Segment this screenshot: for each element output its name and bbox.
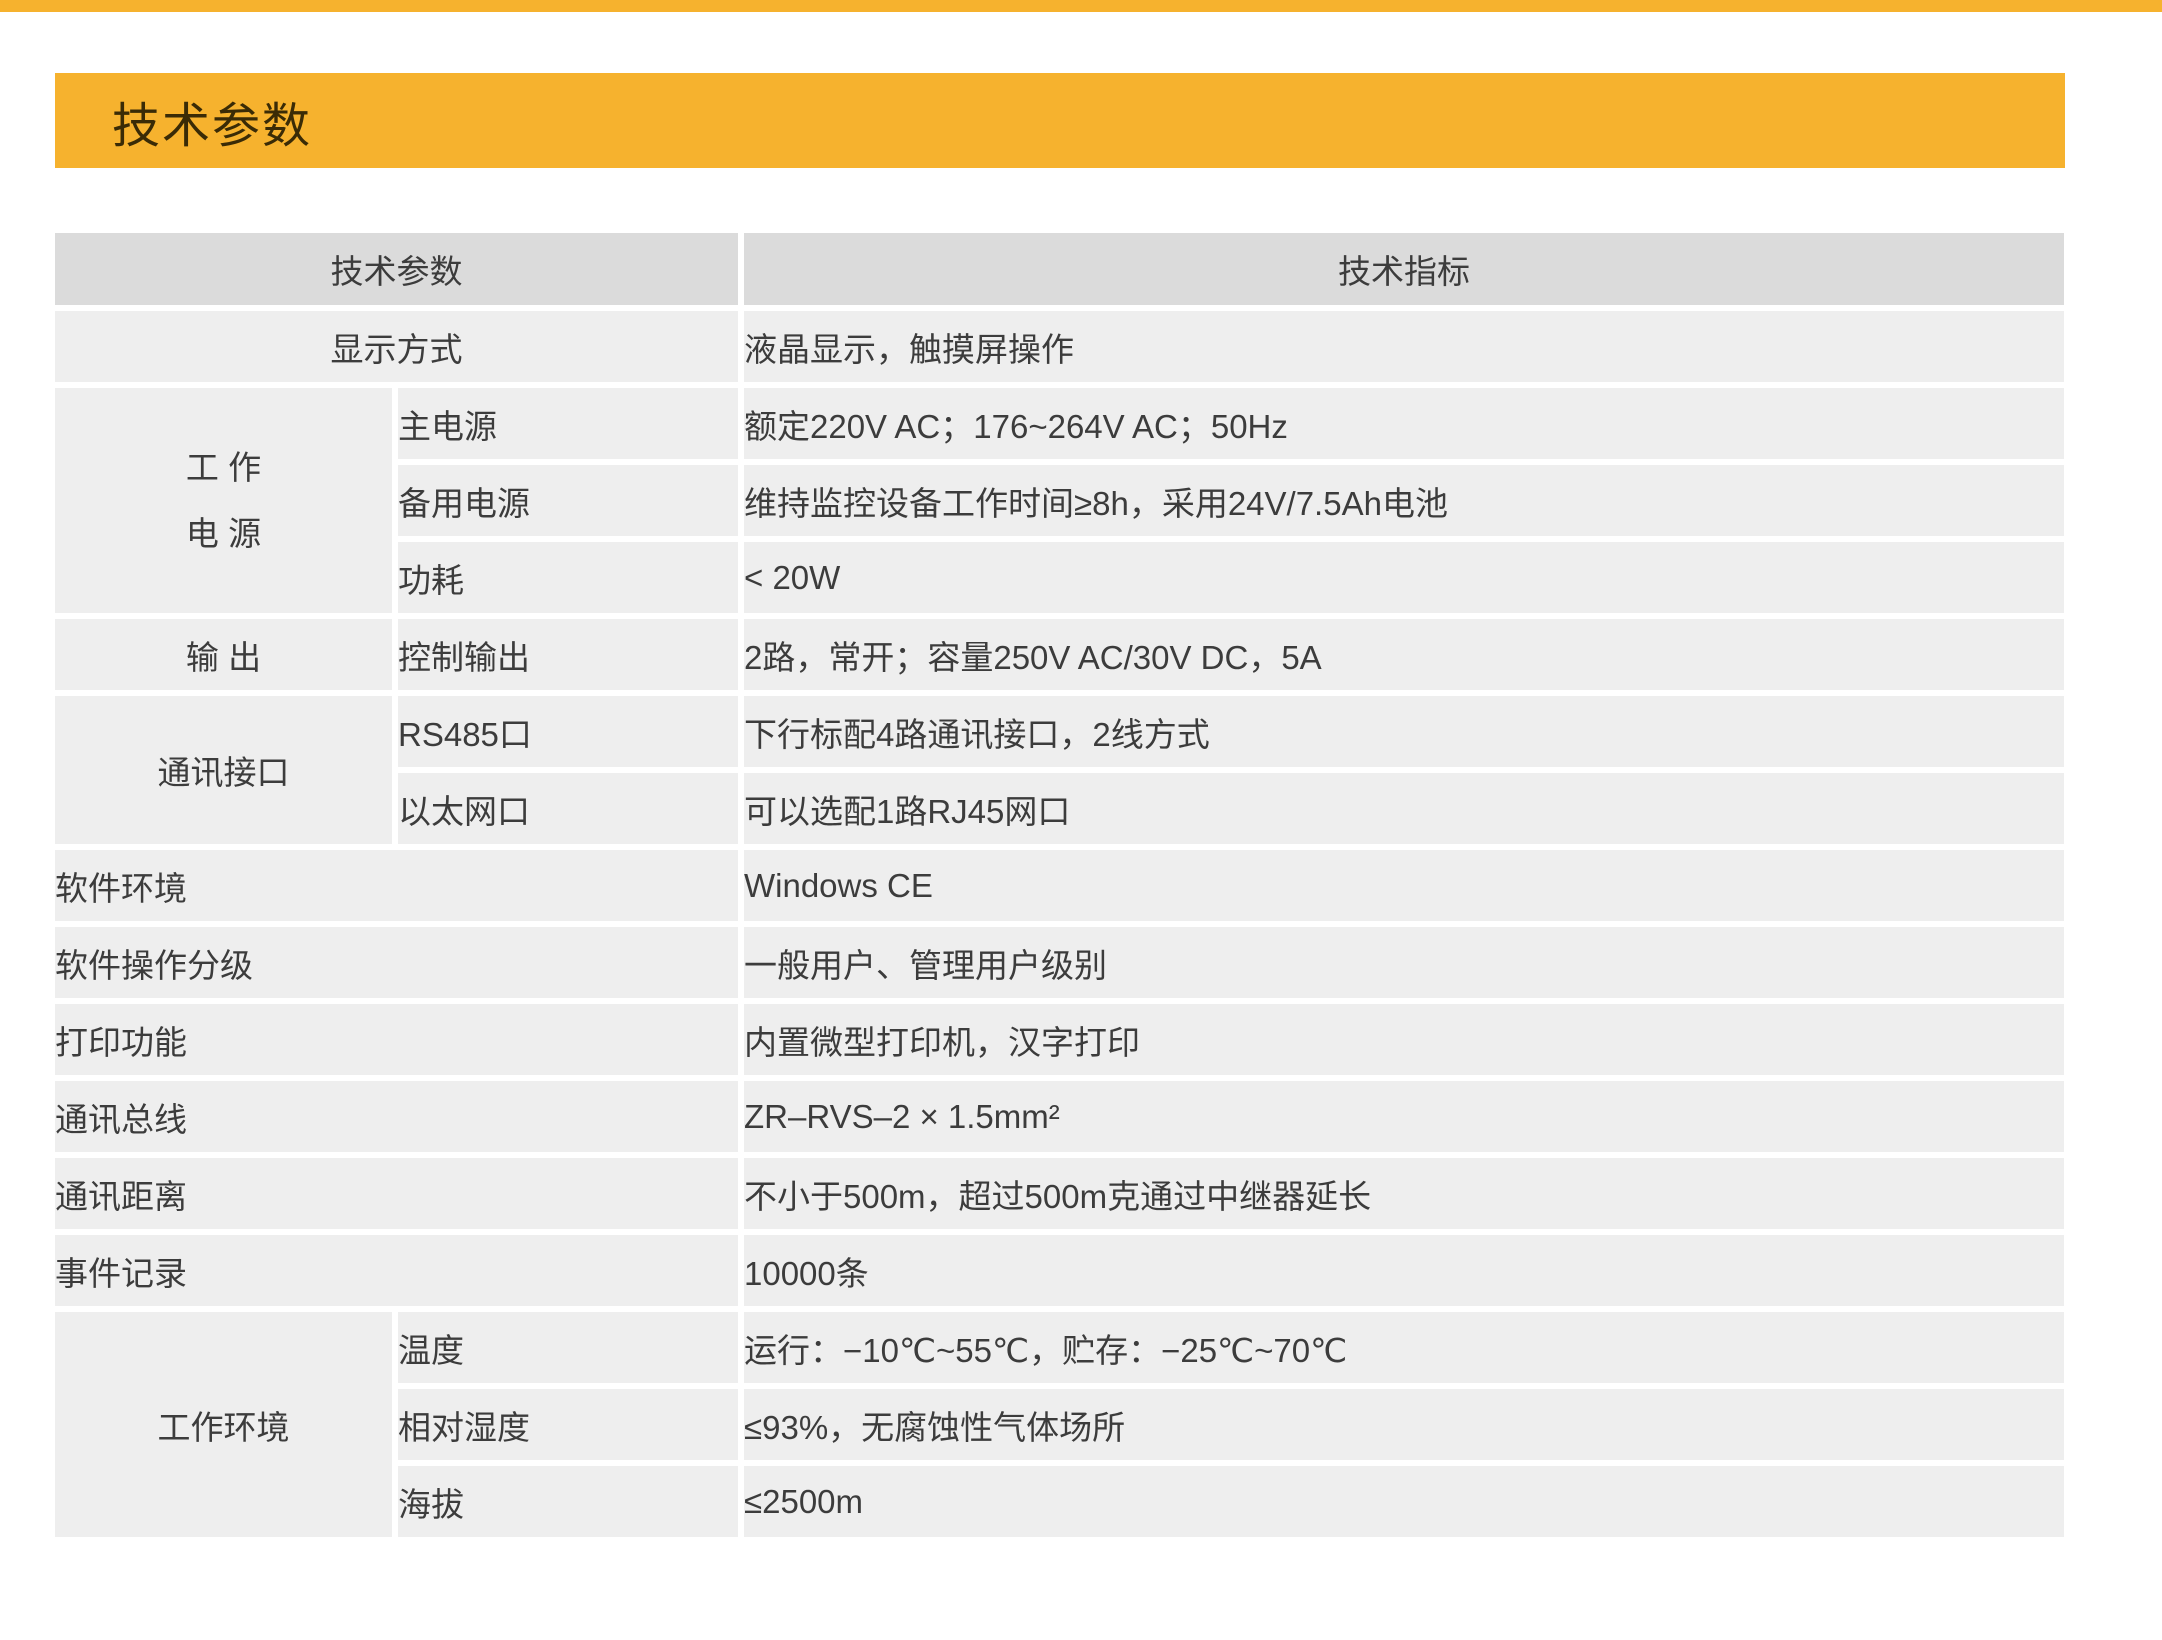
table-row-main-power: 工 作 电 源 主电源 额定220V AC；176~264V AC；50Hz: [55, 388, 2064, 459]
header-cell-parameter: 技术参数: [55, 233, 738, 305]
table-row-display: 显示方式 液晶显示，触摸屏操作: [55, 311, 2064, 382]
group-cell-work-env: 工作环境: [55, 1312, 392, 1537]
row-software-levels-value: 一般用户、管理用户级别: [744, 927, 2064, 998]
spec-table: 技术参数 技术指标 显示方式 液晶显示，触摸屏操作 工 作 电 源 主电源 额定…: [49, 227, 2070, 1543]
section-title: 技术参数: [55, 86, 312, 156]
row-ethernet-value: 可以选配1路RJ45网口: [744, 773, 2064, 844]
row-temperature-label: 温度: [398, 1312, 738, 1383]
row-printing-label: 打印功能: [55, 1004, 738, 1075]
row-software-env-label: 软件环境: [55, 850, 738, 921]
row-software-levels-label: 软件操作分级: [55, 927, 738, 998]
row-comm-distance-value: 不小于500m，超过500m克通过中继器延长: [744, 1158, 2064, 1229]
top-accent-strip: [0, 0, 2162, 12]
table-header-row: 技术参数 技术指标: [55, 233, 2064, 305]
table-row-temperature: 工作环境 温度 运行：−10℃~55℃，贮存：−25℃~70℃: [55, 1312, 2064, 1383]
row-altitude-value: ≤2500m: [744, 1466, 2064, 1537]
row-main-power-label: 主电源: [398, 388, 738, 459]
row-comm-bus-value: ZR–RVS–2 × 1.5mm²: [744, 1081, 2064, 1152]
row-comm-distance-label: 通讯距离: [55, 1158, 738, 1229]
row-ethernet-label: 以太网口: [398, 773, 738, 844]
row-backup-power-label: 备用电源: [398, 465, 738, 536]
row-display-label: 显示方式: [55, 311, 738, 382]
row-event-log-value: 10000条: [744, 1235, 2064, 1306]
row-software-env-value: Windows CE: [744, 850, 2064, 921]
row-display-value: 液晶显示，触摸屏操作: [744, 311, 2064, 382]
group-working-power-line1: 工 作: [55, 435, 392, 501]
row-main-power-value: 额定220V AC；176~264V AC；50Hz: [744, 388, 2064, 459]
row-consumption-value: < 20W: [744, 542, 2064, 613]
table-row-comm-bus: 通讯总线 ZR–RVS–2 × 1.5mm²: [55, 1081, 2064, 1152]
group-cell-working-power: 工 作 电 源: [55, 388, 392, 613]
table-row-control-output: 输 出 控制输出 2路，常开；容量250V AC/30V DC，5A: [55, 619, 2064, 690]
table-row-software-env: 软件环境 Windows CE: [55, 850, 2064, 921]
row-printing-value: 内置微型打印机，汉字打印: [744, 1004, 2064, 1075]
spec-table-container: 技术参数 技术指标 显示方式 液晶显示，触摸屏操作 工 作 电 源 主电源 额定…: [49, 227, 2070, 1543]
row-altitude-label: 海拔: [398, 1466, 738, 1537]
table-row-comm-distance: 通讯距离 不小于500m，超过500m克通过中继器延长: [55, 1158, 2064, 1229]
section-title-bar: 技术参数: [55, 73, 2065, 168]
header-cell-indicator: 技术指标: [744, 233, 2064, 305]
row-backup-power-value: 维持监控设备工作时间≥8h，采用24V/7.5Ah电池: [744, 465, 2064, 536]
row-humidity-value: ≤93%，无腐蚀性气体场所: [744, 1389, 2064, 1460]
table-row-event-log: 事件记录 10000条: [55, 1235, 2064, 1306]
row-temperature-value: 运行：−10℃~55℃，贮存：−25℃~70℃: [744, 1312, 2064, 1383]
row-comm-bus-label: 通讯总线: [55, 1081, 738, 1152]
group-cell-comm-interface: 通讯接口: [55, 696, 392, 844]
row-rs485-value: 下行标配4路通讯接口，2线方式: [744, 696, 2064, 767]
row-event-log-label: 事件记录: [55, 1235, 738, 1306]
page: { "page": { "bg": "#ffffff" }, "top_stri…: [0, 0, 2162, 1640]
row-control-output-value: 2路，常开；容量250V AC/30V DC，5A: [744, 619, 2064, 690]
table-row-software-levels: 软件操作分级 一般用户、管理用户级别: [55, 927, 2064, 998]
group-cell-output: 输 出: [55, 619, 392, 690]
table-row-printing: 打印功能 内置微型打印机，汉字打印: [55, 1004, 2064, 1075]
group-working-power-line2: 电 源: [55, 501, 392, 567]
row-humidity-label: 相对湿度: [398, 1389, 738, 1460]
table-row-rs485: 通讯接口 RS485口 下行标配4路通讯接口，2线方式: [55, 696, 2064, 767]
row-control-output-label: 控制输出: [398, 619, 738, 690]
row-consumption-label: 功耗: [398, 542, 738, 613]
row-rs485-label: RS485口: [398, 696, 738, 767]
